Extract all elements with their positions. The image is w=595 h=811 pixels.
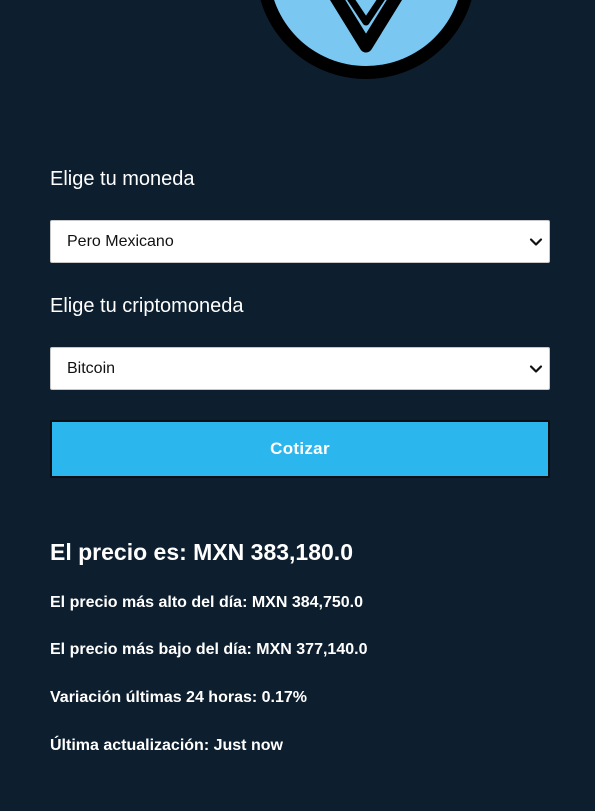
currency-select[interactable]: Pero Mexicano [50,220,550,263]
cotizar-button[interactable]: Cotizar [50,420,550,478]
crypto-selected-value: Bitcoin [67,360,116,377]
day-low-price: El precio más bajo del día: MXN 377,140.… [50,641,368,658]
chevron-down-icon [529,238,543,246]
crypto-label: Elige tu criptomoneda [50,295,244,317]
current-price: El precio es: MXN 383,180.0 [50,539,353,565]
crypto-logo-icon [260,0,472,79]
change-24h: Variación últimas 24 horas: 0.17% [50,689,308,706]
currency-selected-value: Pero Mexicano [67,233,174,250]
crypto-quote-page: Elige tu moneda Pero Mexicano Elige tu c… [0,0,595,811]
currency-label: Elige tu moneda [50,168,195,190]
chevron-down-icon [529,365,543,373]
crypto-select[interactable]: Bitcoin [50,347,550,390]
day-high-price: El precio más alto del día: MXN 384,750.… [50,594,364,611]
last-updated: Última actualización: Just now [50,737,283,754]
